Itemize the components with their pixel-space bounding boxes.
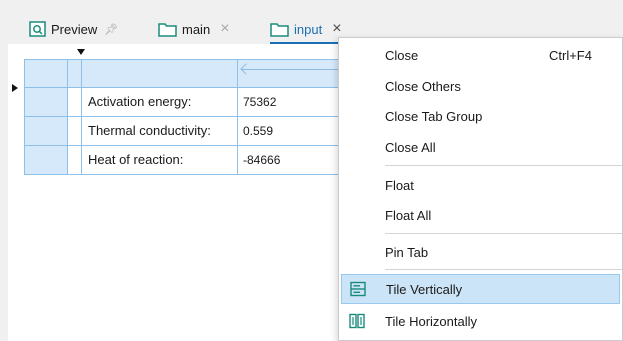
menu-item-label: Close All — [385, 139, 436, 155]
column-header-cell[interactable] — [68, 59, 82, 88]
heat-of-reaction-field[interactable]: -84666 — [238, 146, 338, 175]
table-row-label: Activation energy: — [82, 88, 238, 117]
menu-item-label: Close Tab Group — [385, 108, 483, 124]
menu-item-pin-tab[interactable]: Pin Tab — [339, 237, 622, 267]
menu-item-label: Float All — [385, 207, 432, 223]
folder-icon — [270, 22, 289, 37]
tab-main[interactable]: main × — [158, 16, 230, 42]
column-header-cell[interactable] — [82, 59, 238, 88]
menu-separator — [385, 269, 622, 270]
row-header-cell[interactable] — [24, 146, 68, 175]
menu-item-label: Tile Horizontally — [385, 313, 477, 329]
thermal-conductivity-field[interactable]: 0.559 — [238, 117, 338, 146]
tile-horizontally-icon — [349, 313, 365, 329]
row-header-cell[interactable] — [24, 117, 68, 146]
tab-context-menu: Close Ctrl+F4 Close Others Close Tab Gro… — [338, 37, 623, 341]
tab-preview[interactable]: Preview 📌︎ — [29, 16, 118, 42]
tile-vertically-icon — [350, 281, 366, 297]
table-row-label: Heat of reaction: — [82, 146, 238, 175]
menu-item-close-all[interactable]: Close All — [339, 132, 622, 162]
menu-separator — [385, 165, 622, 166]
menu-item-label: Float — [385, 177, 414, 193]
menu-item-label: Tile Vertically — [386, 281, 463, 297]
menu-item-shortcut: Ctrl+F4 — [549, 47, 592, 63]
menu-item-close-tab-group[interactable]: Close Tab Group — [339, 101, 622, 131]
menu-item-tile-horizontally[interactable]: Tile Horizontally — [339, 306, 622, 336]
activation-energy-field[interactable]: 75362 — [238, 88, 338, 117]
pin-icon[interactable]: 📌︎ — [104, 23, 118, 36]
row-marker-icon — [12, 84, 18, 92]
menu-item-close[interactable]: Close Ctrl+F4 — [339, 40, 622, 70]
tab-main-label: main — [182, 21, 211, 37]
corner-header-cell[interactable] — [24, 59, 68, 88]
menu-item-float-all[interactable]: Float All — [339, 200, 622, 230]
close-icon[interactable]: × — [332, 21, 341, 37]
menu-item-label: Close — [385, 47, 419, 63]
tab-preview-label: Preview — [51, 21, 98, 37]
menu-item-tile-vertically[interactable]: Tile Vertically — [341, 274, 620, 304]
table-row-label: Thermal conductivity: — [82, 117, 238, 146]
menu-item-close-others[interactable]: Close Others — [339, 71, 622, 101]
row-header-cell[interactable] — [24, 88, 68, 117]
row-spacer-cell — [68, 88, 82, 117]
menu-item-label: Close Others — [385, 78, 461, 94]
row-spacer-cell — [68, 146, 82, 175]
tab-input-label: input — [294, 21, 323, 37]
row-spacer-cell — [68, 117, 82, 146]
menu-item-float[interactable]: Float — [339, 170, 622, 200]
menu-item-label: Pin Tab — [385, 244, 429, 260]
close-icon[interactable]: × — [220, 21, 229, 37]
column-header-cell[interactable] — [238, 59, 362, 88]
menu-separator — [385, 233, 622, 234]
preview-icon — [29, 21, 46, 37]
column-marker-icon — [77, 49, 85, 55]
tab-input[interactable]: input × — [270, 16, 342, 44]
folder-icon — [158, 22, 177, 37]
